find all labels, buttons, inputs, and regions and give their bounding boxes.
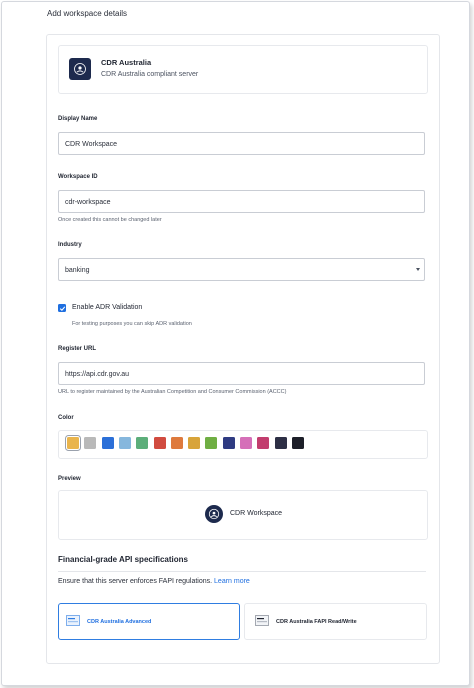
server-logo [69, 58, 91, 80]
color-swatch[interactable] [118, 437, 131, 449]
fapi-description: Ensure that this server enforces FAPI re… [58, 578, 250, 585]
document-illustration-icon [66, 615, 80, 626]
workspace-id-label: Workspace ID [58, 174, 98, 180]
register-url-hint: URL to register maintained by the Austra… [58, 389, 287, 395]
fapi-section-title: Financial-grade API specifications [58, 555, 188, 564]
workspace-form-card [46, 34, 440, 664]
color-swatch[interactable] [205, 437, 218, 449]
color-swatch[interactable] [274, 437, 287, 449]
server-description: CDR Australia compliant server [101, 71, 199, 78]
learn-more-link[interactable]: Learn more [214, 578, 250, 585]
color-swatch[interactable] [291, 437, 304, 449]
spec-option-label: CDR Australia FAPI Read/Write [276, 619, 357, 625]
color-swatch[interactable] [101, 437, 114, 449]
industry-label: Industry [58, 242, 82, 248]
color-swatch[interactable] [188, 437, 201, 449]
register-url-input[interactable]: https://api.cdr.gov.au [58, 362, 425, 385]
color-label: Color [58, 415, 74, 421]
color-swatch[interactable] [222, 437, 235, 449]
adr-validation-checkbox[interactable] [58, 304, 66, 312]
adr-validation-label: Enable ADR Validation [72, 304, 143, 311]
document-illustration-icon [255, 615, 269, 626]
display-name-label: Display Name [58, 116, 98, 122]
checkmark-icon [59, 305, 65, 311]
cdr-emblem-icon [208, 508, 220, 520]
server-name: CDR Australia [101, 58, 152, 67]
workspace-id-hint: Once created this cannot be changed late… [58, 217, 162, 223]
preview-logo [205, 505, 223, 523]
display-name-input[interactable]: CDR Workspace [58, 132, 425, 155]
server-card [58, 45, 428, 94]
color-swatch[interactable] [84, 437, 97, 449]
fapi-description-text: Ensure that this server enforces FAPI re… [58, 578, 213, 585]
cdr-emblem-icon [74, 63, 86, 75]
color-swatch[interactable] [240, 437, 252, 449]
color-swatch[interactable] [67, 437, 79, 449]
color-swatch[interactable] [257, 437, 270, 449]
register-url-label: Register URL [58, 346, 97, 352]
preview-label: Preview [58, 476, 81, 482]
industry-select[interactable]: banking [58, 258, 425, 281]
section-divider [58, 571, 426, 572]
chevron-down-icon [416, 268, 420, 271]
color-swatch[interactable] [136, 437, 149, 449]
color-swatch[interactable] [153, 437, 166, 449]
color-swatch[interactable] [170, 437, 183, 449]
workspace-id-input[interactable]: cdr-workspace [58, 190, 425, 213]
page-title: Add workspace details [47, 9, 128, 18]
spec-option-label: CDR Australia Advanced [87, 619, 152, 625]
preview-name: CDR Workspace [230, 510, 282, 517]
adr-validation-hint: For testing purposes you can skip ADR va… [72, 321, 192, 327]
